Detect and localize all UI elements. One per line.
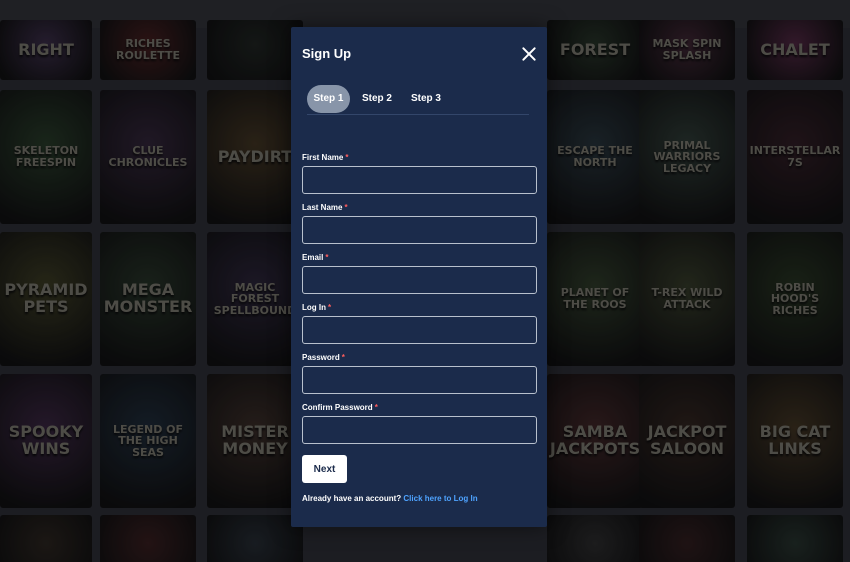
login-prompt-text: Already have an account?	[302, 494, 402, 503]
email-label-text: Email	[302, 253, 324, 262]
modal-title: Sign Up	[302, 46, 352, 61]
last-name-label: Last Name *	[302, 203, 348, 212]
required-marker: *	[328, 303, 332, 312]
confirm-password-label-text: Confirm Password	[302, 403, 373, 412]
first-name-label: First Name *	[302, 153, 348, 162]
required-marker: *	[341, 353, 345, 362]
first-name-field[interactable]	[302, 166, 537, 194]
step-tabs: Step 1 Step 2 Step 3	[307, 85, 529, 115]
login-label-text: Log In	[302, 303, 326, 312]
next-button[interactable]: Next	[302, 455, 347, 483]
login-prompt: Already have an account? Click here to L…	[302, 494, 478, 503]
signup-modal: Sign Up Step 1 Step 2 Step 3 First Name *…	[291, 27, 547, 527]
confirm-password-label: Confirm Password *	[302, 403, 378, 412]
tab-step-1[interactable]: Step 1	[307, 85, 350, 113]
last-name-label-text: Last Name	[302, 203, 343, 212]
email-label: Email *	[302, 253, 328, 262]
confirm-password-field[interactable]	[302, 416, 537, 444]
first-name-label-text: First Name	[302, 153, 344, 162]
required-marker: *	[325, 253, 329, 262]
tab-step-3[interactable]: Step 3	[406, 85, 446, 113]
required-marker: *	[345, 153, 349, 162]
last-name-field[interactable]	[302, 216, 537, 244]
close-icon[interactable]	[521, 46, 537, 62]
email-field[interactable]	[302, 266, 537, 294]
tab-step-2[interactable]: Step 2	[357, 85, 397, 113]
login-field[interactable]	[302, 316, 537, 344]
password-label: Password *	[302, 353, 345, 362]
password-field[interactable]	[302, 366, 537, 394]
required-marker: *	[374, 403, 378, 412]
login-label: Log In *	[302, 303, 331, 312]
password-label-text: Password	[302, 353, 340, 362]
required-marker: *	[344, 203, 348, 212]
login-link[interactable]: Click here to Log In	[403, 494, 477, 503]
